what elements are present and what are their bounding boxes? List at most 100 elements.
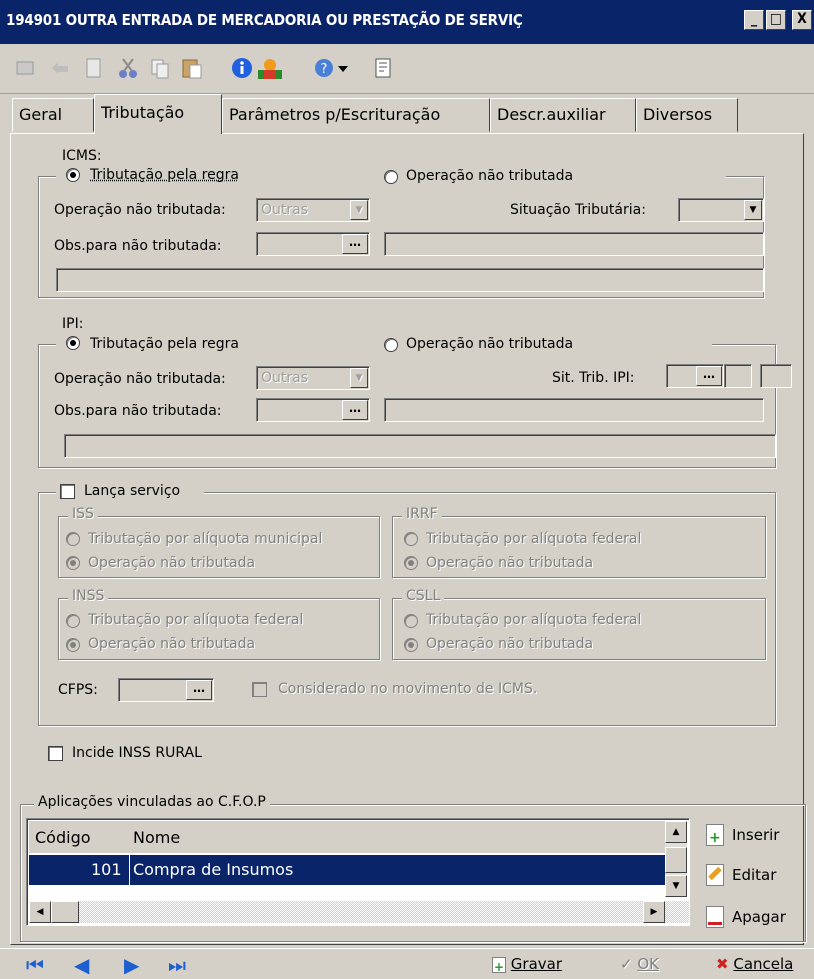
iss-opt1-radio[interactable] [66, 532, 80, 546]
chevron-down-icon[interactable]: ▼ [350, 368, 368, 388]
inss-opt1-radio[interactable] [66, 614, 80, 628]
h-scroll-thumb[interactable] [51, 901, 79, 923]
ipi-op-label: Operação não tributada: [54, 371, 226, 387]
icms-obs-desc [384, 232, 764, 256]
cancel-icon: ✖ [716, 955, 729, 973]
chevron-down-icon[interactable]: ▼ [350, 200, 368, 220]
lanca-servico-label: Lança serviço [84, 483, 181, 499]
scroll-down-icon[interactable]: ▼ [665, 875, 687, 897]
ipi-sit-label: Sit. Trib. IPI: [552, 370, 635, 386]
irrf-opt2-label: Operação não tributada [426, 555, 594, 571]
horizontal-scrollbar[interactable]: ◀ ▶ [29, 901, 689, 923]
ipi-sit-code1 [724, 364, 752, 388]
gravar-button[interactable]: + Gravar [492, 955, 562, 973]
new-doc-icon[interactable] [82, 56, 106, 80]
help-icon[interactable]: ? [312, 56, 336, 80]
dropdown-arrow-icon[interactable] [336, 56, 350, 80]
first-record-icon[interactable]: ⏮ [26, 955, 44, 975]
minimize-button[interactable]: _ [744, 10, 764, 30]
csll-opt1-radio[interactable] [404, 614, 418, 628]
ipi-legend: IPI: [62, 316, 84, 332]
icms-obs-input[interactable]: … [256, 232, 370, 256]
col-nome[interactable]: Nome [133, 828, 180, 847]
ellipsis-icon[interactable]: … [342, 400, 368, 420]
undo-icon[interactable] [48, 56, 72, 80]
icms-op-label: Operação não tributada: [54, 202, 226, 218]
csll-legend: CSLL [402, 588, 445, 604]
scroll-up-icon[interactable]: ▲ [665, 821, 687, 843]
last-record-icon[interactable]: ⏭ [168, 955, 186, 975]
ipi-obs-desc [384, 398, 764, 422]
cancelar-label: Cancela [733, 955, 794, 973]
icms-op-select[interactable]: Outras ▼ [256, 198, 370, 222]
lanca-servico-checkbox[interactable] [60, 484, 75, 499]
maximize-button[interactable]: □ [766, 10, 786, 30]
paste-icon[interactable] [180, 56, 204, 80]
irrf-legend: IRRF [402, 506, 442, 522]
cut-icon[interactable] [116, 56, 140, 80]
print-preview-icon[interactable] [372, 56, 396, 80]
irrf-opt2-radio[interactable] [404, 556, 418, 570]
cancelar-button[interactable]: ✖ Cancela [716, 955, 793, 973]
bottom-bar: ⏮ ◀ ▶ ⏭ + Gravar ✓ OK ✖ Cancela [0, 948, 814, 979]
inss-opt2-radio[interactable] [66, 638, 80, 652]
icms-legend: ICMS: [62, 148, 102, 164]
ipi-obs-label: Obs.para não tributada: [54, 403, 222, 419]
cfps-input[interactable]: … [118, 678, 214, 702]
scroll-right-icon[interactable]: ▶ [643, 901, 665, 923]
info-icon[interactable] [230, 56, 254, 80]
aplicacoes-table[interactable]: Código Nome 101 Compra de Insumos ▲ ▼ ◀ … [26, 818, 690, 926]
iss-opt2-radio[interactable] [66, 556, 80, 570]
tab-descr-auxiliar[interactable]: Descr.auxiliar [490, 98, 636, 132]
tab-parametros[interactable]: Parâmetros p/Escrituração [222, 98, 490, 132]
icms-nao-radio[interactable] [384, 170, 398, 184]
ipi-regra-radio[interactable] [66, 336, 80, 350]
apagar-button[interactable]: Apagar [702, 902, 802, 932]
icms-obs-label: Obs.para não tributada: [54, 238, 222, 254]
vertical-scrollbar[interactable]: ▲ ▼ [665, 821, 687, 897]
icms-sit-label: Situação Tributária: [510, 202, 646, 218]
row-nome: Compra de Insumos [133, 860, 294, 879]
ipi-sit-code2 [760, 364, 792, 388]
scroll-thumb[interactable] [665, 847, 687, 873]
ellipsis-icon[interactable]: … [342, 234, 368, 254]
icms-regra-radio[interactable] [66, 168, 80, 182]
tab-geral[interactable]: Geral [12, 98, 94, 132]
chevron-down-icon[interactable]: ▼ [744, 200, 762, 220]
table-row[interactable]: 101 Compra de Insumos [29, 855, 665, 885]
close-button[interactable]: X [792, 10, 812, 30]
ok-label: OK [637, 955, 660, 973]
considerado-checkbox[interactable] [252, 682, 267, 697]
user-icon[interactable] [256, 56, 284, 80]
inss-legend: INSS [68, 588, 109, 604]
ipi-obs-input[interactable]: … [256, 398, 370, 422]
scroll-left-icon[interactable]: ◀ [29, 901, 51, 923]
iss-opt1-label: Tributação por alíquota municipal [88, 531, 323, 547]
ipi-nao-radio[interactable] [384, 338, 398, 352]
inserir-button[interactable]: + Inserir [702, 820, 802, 850]
inserir-label: Inserir [732, 826, 780, 844]
next-record-icon[interactable]: ▶ [124, 955, 139, 975]
tab-diversos[interactable]: Diversos [636, 98, 738, 132]
irrf-opt1-radio[interactable] [404, 532, 418, 546]
ok-button[interactable]: ✓ OK [620, 955, 659, 973]
csll-opt2-radio[interactable] [404, 638, 418, 652]
edit-icon[interactable] [14, 56, 38, 80]
col-codigo[interactable]: Código [35, 828, 91, 847]
editar-button[interactable]: Editar [702, 860, 802, 890]
icms-sit-select[interactable]: ▼ [678, 198, 764, 222]
inss-opt1-label: Tributação por alíquota federal [88, 612, 304, 628]
delete-doc-icon [706, 906, 724, 928]
ipi-sit-input[interactable]: … [666, 364, 724, 388]
add-doc-icon: + [706, 824, 724, 846]
ellipsis-icon[interactable]: … [186, 680, 212, 700]
tab-tributacao[interactable]: Tributação [94, 94, 222, 134]
copy-icon[interactable] [148, 56, 172, 80]
window-title: 194901 OUTRA ENTRADA DE MERCADORIA OU PR… [6, 11, 523, 29]
icms-regra-label: Tributação pela regra [90, 167, 239, 183]
ellipsis-icon[interactable]: … [696, 366, 722, 386]
table-header: Código Nome [29, 821, 665, 853]
inss-rural-checkbox[interactable] [48, 746, 63, 761]
ipi-op-select[interactable]: Outras ▼ [256, 366, 370, 390]
previous-record-icon[interactable]: ◀ [74, 955, 89, 975]
